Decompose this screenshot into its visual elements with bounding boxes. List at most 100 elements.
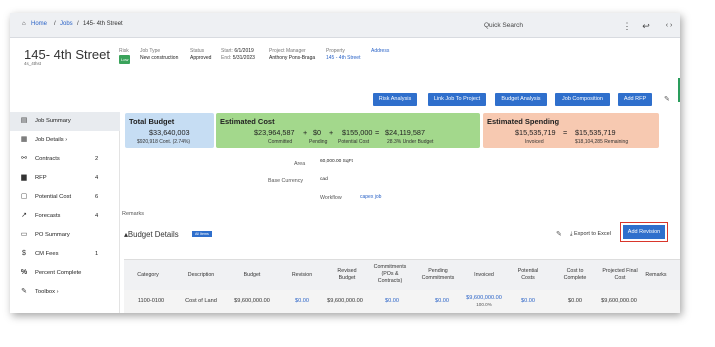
quick-search-input[interactable]: Quick Search [476,19,616,33]
workflow-link[interactable]: capex job [360,194,381,200]
column-header[interactable]: Projected Final Cost [598,268,642,282]
cell-revised-budget: $9,600,000.00 [327,298,363,304]
sidebar-item-percent-complete[interactable]: % Percent Complete [10,264,120,283]
sidebar-item-toolbox[interactable]: ✎ Toolbox › [10,283,120,302]
home-icon[interactable]: ⌂ [22,21,26,27]
column-header[interactable]: Category [130,272,166,279]
cell-pending-commitments[interactable]: $0.00 [424,298,460,304]
sidebar-item-po-summary[interactable]: ▭ PO Summary [10,226,120,245]
export-label: Export to Excel [573,231,611,237]
column-header[interactable]: Revised Budget [332,268,362,282]
budget-analysis-button[interactable]: Budget Analysis [495,93,547,106]
sidebar-item-label: RFP [35,175,47,181]
job-type-value: New construction [140,55,179,61]
address-link[interactable]: Address [371,48,389,55]
cell-potential-costs[interactable]: $0.00 [510,298,546,304]
sidebar-item-job-summary[interactable]: ▤ Job Summary [10,112,120,131]
property-link[interactable]: 145 - 4th Street [326,55,360,62]
add-revision-highlight: Add Revision [620,222,668,242]
job-type-label: Job Type [140,48,161,54]
estimated-spending-card: Estimated Spending $15,535,719 = $15,535… [483,113,659,148]
scrollbar[interactable] [678,78,680,102]
area-value: 60,000.00 SqFt [320,159,353,164]
sidebar-item-label: Toolbox › [35,289,59,295]
app-window: ⌂ Home / Jobs / 145- 4th Street Quick Se… [10,13,680,313]
project-code: 4s_4thst [24,61,42,66]
project-manager-field: Project Manager Anthony Pons-Braga [269,48,315,62]
column-header[interactable]: Description [179,272,223,279]
remaining-text: $18,104,285 Remaining [575,139,629,145]
page-title: 145- 4th Street [24,47,110,62]
cell-commitments[interactable]: $0.00 [374,298,410,304]
workflow-label: Workflow [320,195,342,201]
budget-table: Category Description Budget Revision Rev… [124,259,680,313]
edit-pencil-icon[interactable]: ✎ [664,95,670,103]
wrench-icon: ✎ [21,288,27,295]
add-rfp-button[interactable]: Add RFP [618,93,652,106]
risk-analysis-button[interactable]: Risk Analysis [373,93,417,106]
sidebar-item-contracts[interactable]: ⚯ Contracts 2 [10,150,120,169]
estimated-cost-card: Estimated Cost $23,964,587 + $0 + $155,0… [216,113,480,148]
property-field: Property 145 - 4th Street [326,48,360,62]
clipboard-icon: ▢ [20,193,28,200]
breadcrumb-home[interactable]: Home [31,21,47,27]
sidebar-item-job-details[interactable]: ▦ Job Details › [10,131,120,150]
column-header[interactable]: Potential Costs [513,268,543,282]
budget-details-toggle[interactable]: ▴Budget Details [124,230,179,239]
cell-revision[interactable]: $0.00 [284,298,320,304]
total-budget-amount: $33,640,003 [149,128,190,137]
card-title: Total Budget [129,117,175,126]
breadcrumb-current: 145- 4th Street [83,21,123,27]
table-header: Category Description Budget Revision Rev… [124,259,680,290]
sidebar-item-label: Job Summary [35,118,71,124]
vertical-dots-icon[interactable]: ⋮ [619,19,635,33]
sidebar-item-cm-fees[interactable]: $ CM Fees 1 [10,245,120,264]
column-header[interactable]: Remarks [638,272,674,279]
potential-cost-amount: $155,000 [342,128,373,137]
top-bar: ⌂ Home / Jobs / 145- 4th Street Quick Se… [10,13,680,38]
cell-category: 1100-0100 [137,298,165,304]
pm-label: Project Manager [269,48,306,54]
cell-description: Cost of Land [185,298,217,304]
estimated-cost-total: $24,119,587 [385,128,426,137]
column-header[interactable]: Budget [234,272,270,279]
sidebar-item-label: Potential Cost [35,194,72,200]
breadcrumb-jobs[interactable]: Jobs [60,21,73,27]
column-header[interactable]: Revision [284,272,320,279]
area-label: Area [294,161,306,167]
invoiced-amount: $15,535,719 [515,128,556,137]
sidebar-item-count: 1 [95,251,99,257]
sidebar-item-forecasts[interactable]: ↗ Forecasts 4 [10,207,120,226]
status-field: Status Approved [190,48,211,62]
column-header[interactable]: Cost to Complete [560,268,590,282]
risk-label: Risk [119,48,129,54]
link-job-to-project-button[interactable]: Link Job To Project [428,93,486,106]
potential-cost-label: Potential Cost [338,139,370,145]
all-items-badge[interactable]: All Items [192,231,212,237]
chevron-left-right-icon[interactable]: ‹ › [659,19,679,33]
invoiced-label: Invoiced [525,139,544,145]
sidebar-item-count: 2 [95,156,99,162]
add-revision-button[interactable]: Add Revision [623,225,665,239]
risk-field: Risk Low [119,48,131,64]
committed-amount: $23,964,587 [254,128,295,137]
cell-invoiced[interactable]: $9,600,000.00 [456,295,512,301]
column-header[interactable]: Pending Commitments [420,268,456,282]
dollar-icon: $ [22,250,26,257]
column-header[interactable]: Commitments (POs & Contracts) [369,264,411,285]
back-arrow-icon[interactable]: ↩ [638,19,654,33]
sidebar-item-count: 6 [95,194,99,200]
sidebar-item-potential-cost[interactable]: ▢ Potential Cost 6 [10,188,120,207]
start-label: Start: [221,48,233,54]
job-type-field: Job Type New construction [140,48,178,62]
sidebar: ▤ Job Summary ▦ Job Details › ⚯ Contracts 2 … [10,112,120,313]
job-composition-button[interactable]: Job Composition [555,93,610,106]
plus-operator: + [303,128,308,137]
end-label: End: [221,55,232,61]
column-header[interactable]: Invoiced [466,272,502,279]
sidebar-item-rfp[interactable]: ▆ RFP 4 [10,169,120,188]
chart-icon: ↗ [21,212,27,219]
export-to-excel-button[interactable]: ⤓ Export to Excel [570,231,611,238]
table-row[interactable]: 1100-0100 Cost of Land $9,600,000.00 $0.… [124,290,680,313]
edit-pencil-icon[interactable]: ✎ [556,230,562,238]
